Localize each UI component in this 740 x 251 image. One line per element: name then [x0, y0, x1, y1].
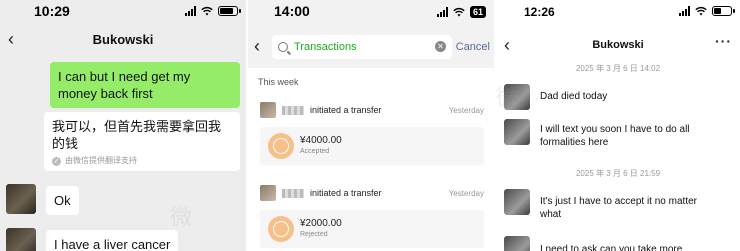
status-icons — [679, 6, 735, 16]
message-text[interactable]: I will text you soon I have to do all fo… — [540, 123, 710, 149]
transfer-header: initiated a transfer — [260, 102, 382, 118]
search-icon — [278, 42, 288, 52]
back-chevron-icon[interactable]: ‹ — [504, 35, 510, 56]
timestamp: 2025 年 3 月 6 日 14:02 — [575, 64, 661, 73]
transfer-status: Accepted — [300, 148, 330, 155]
wifi-icon — [201, 6, 213, 16]
chat-title: Bukowski — [92, 31, 154, 47]
status-time: 14:00 — [274, 3, 310, 19]
message-text[interactable]: Dad died today — [540, 90, 607, 103]
transfer-date: Yesterday — [448, 106, 484, 115]
transfer-amount: ¥2000.00 — [300, 218, 342, 229]
signal-icon — [185, 6, 196, 16]
status-icons: 61 — [436, 6, 486, 18]
avatar[interactable] — [6, 228, 36, 251]
transfer-status: Rejected — [300, 231, 328, 238]
message-text: I can but I need get my money back first — [58, 69, 191, 101]
transfer-card[interactable]: ¥4000.00 Accepted — [260, 127, 484, 165]
battery-icon: 61 — [469, 6, 486, 18]
status-bar: 14:00 61 — [248, 0, 494, 24]
message-text: 我可以，但首先我需要拿回我的钱 — [52, 119, 222, 151]
transfer-returned-icon — [268, 216, 294, 242]
back-chevron-icon[interactable]: ‹ — [254, 36, 260, 57]
message-bubble-outgoing[interactable]: I can but I need get my money back first — [50, 62, 240, 108]
transfer-accepted-icon — [268, 133, 294, 159]
transfer-action: initiated a transfer — [310, 188, 382, 198]
more-icon[interactable]: ··· — [715, 33, 732, 49]
message-text: I have a liver cancer — [54, 237, 171, 251]
chat-title: Bukowski — [592, 39, 644, 51]
back-chevron-icon[interactable]: ‹ — [8, 29, 14, 50]
search-bar: ‹ Transactions ✕ Cancel — [248, 32, 494, 62]
message-text[interactable]: I need to ask can you take more — [540, 243, 710, 251]
transfer-header: initiated a transfer — [260, 185, 382, 201]
message-bubble-translation[interactable]: 我可以，但首先我需要拿回我的钱 ✓ 由微信提供翻译支持 — [44, 112, 240, 171]
transactions-screenshot: 14:00 61 ‹ Transactions ✕ Cancel This we… — [248, 0, 494, 251]
watermark: 微 — [170, 206, 193, 231]
transfer-amount: ¥4000.00 — [300, 135, 342, 146]
check-icon: ✓ — [52, 156, 61, 166]
avatar — [260, 102, 276, 118]
translation-note: ✓ 由微信提供翻译支持 — [52, 156, 232, 166]
chat-header: ‹ Bukowski — [0, 24, 246, 54]
message-text[interactable]: It's just I have to accept it no matter … — [540, 195, 710, 221]
status-bar: 10:29 — [0, 0, 246, 24]
chat-header: ‹ Bukowski ··· — [496, 30, 740, 60]
chat-screenshot-1: 10:29 ‹ Bukowski I can but I need get my… — [0, 0, 246, 251]
avatar[interactable] — [6, 184, 36, 214]
translation-note-text: 由微信提供翻译支持 — [65, 156, 137, 165]
avatar[interactable] — [504, 189, 530, 215]
avatar — [260, 185, 276, 201]
avatar[interactable] — [504, 236, 530, 251]
status-bar: 12:26 — [496, 0, 740, 24]
wifi-icon — [453, 7, 465, 17]
signal-icon — [679, 6, 690, 16]
message-bubble-incoming[interactable]: Ok — [46, 186, 79, 215]
timestamp: 2025 年 3 月 6 日 21:59 — [575, 169, 661, 178]
search-input[interactable]: Transactions ✕ — [272, 35, 452, 59]
message-bubble-incoming[interactable]: I have a liver cancer — [46, 230, 179, 251]
redacted-name — [282, 105, 304, 115]
avatar[interactable] — [504, 84, 530, 110]
battery-icon — [218, 6, 241, 16]
section-header: This week — [258, 77, 299, 87]
status-icons — [185, 6, 241, 16]
message-text: Ok — [54, 193, 71, 208]
wifi-icon — [695, 6, 707, 16]
chat-screenshot-2: 12:26 ‹ Bukowski ··· 2025 年 3 月 6 日 14:0… — [496, 0, 740, 251]
transfer-action: initiated a transfer — [310, 105, 382, 115]
transfer-date: Yesterday — [448, 189, 484, 198]
search-query: Transactions — [294, 41, 357, 53]
clear-icon[interactable]: ✕ — [435, 41, 446, 52]
status-time: 12:26 — [524, 5, 555, 19]
redacted-name — [282, 188, 304, 198]
transfer-card[interactable]: ¥2000.00 Rejected — [260, 210, 484, 248]
battery-icon — [712, 6, 735, 16]
avatar[interactable] — [504, 119, 530, 145]
status-time: 10:29 — [34, 3, 70, 19]
signal-icon — [436, 7, 448, 17]
cancel-button[interactable]: Cancel — [456, 41, 490, 53]
